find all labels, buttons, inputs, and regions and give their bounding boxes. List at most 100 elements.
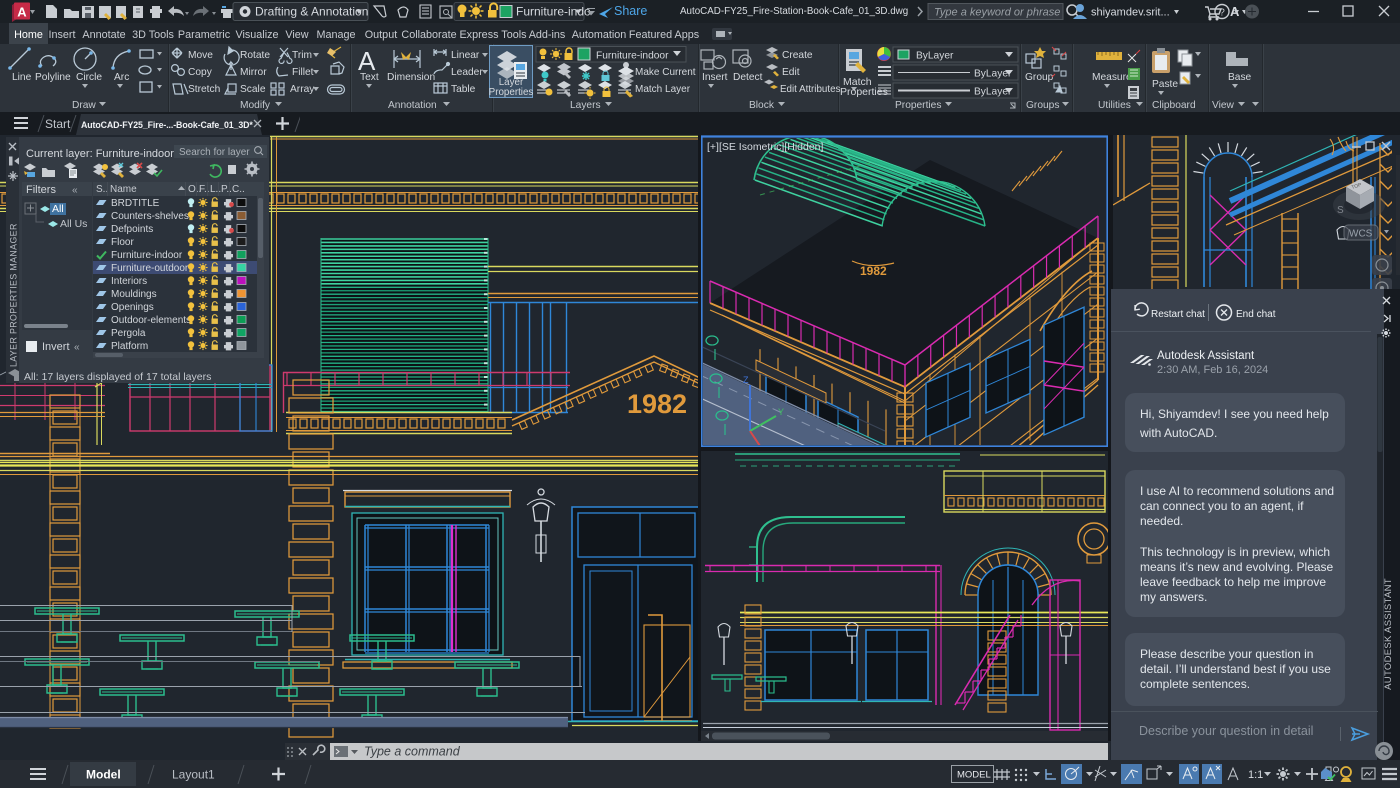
- svg-text:Describe your question in deta: Describe your question in detail: [1139, 724, 1313, 738]
- svg-text:BRDTITLE: BRDTITLE: [111, 198, 160, 209]
- svg-text:End chat: End chat: [1236, 309, 1276, 320]
- svg-text:Move: Move: [188, 50, 213, 61]
- svg-text:my answers.: my answers.: [1140, 590, 1207, 604]
- svg-text:L..: L..: [210, 184, 221, 195]
- svg-text:Start: Start: [45, 117, 71, 131]
- svg-text:Y: Y: [778, 407, 784, 417]
- svg-text:shiyamdev.srit...: shiyamdev.srit...: [1091, 7, 1170, 19]
- svg-text:Counters-shelves: Counters-shelves: [111, 211, 189, 222]
- svg-text:Match Layer: Match Layer: [635, 84, 691, 95]
- svg-text:Output: Output: [365, 29, 397, 41]
- svg-text:1982: 1982: [627, 389, 687, 419]
- svg-text:Array: Array: [290, 84, 315, 95]
- svg-text:?: ?: [1219, 8, 1225, 19]
- svg-text:Restart chat: Restart chat: [1151, 309, 1205, 320]
- svg-text:Home: Home: [14, 29, 43, 41]
- svg-text:Layout1: Layout1: [172, 768, 215, 782]
- svg-text:Edit: Edit: [782, 67, 800, 78]
- svg-text:All: 17 layers displayed of 17: All: 17 layers displayed of 17 total lay…: [24, 371, 211, 383]
- svg-text:Line: Line: [12, 72, 32, 83]
- svg-text:Mouldings: Mouldings: [111, 289, 157, 300]
- svg-text:3D Tools: 3D Tools: [132, 29, 174, 41]
- svg-text:Openings: Openings: [111, 302, 154, 313]
- svg-text:Text: Text: [360, 72, 379, 83]
- svg-text:Furniture-indoor: Furniture-indoor: [596, 51, 669, 62]
- svg-text:complete sentences.: complete sentences.: [1140, 677, 1250, 691]
- svg-text:Annotation: Annotation: [388, 100, 437, 111]
- svg-text:Name: Name: [110, 184, 137, 195]
- svg-text:needed.: needed.: [1140, 514, 1183, 528]
- svg-text:Polyline: Polyline: [35, 72, 71, 83]
- svg-text:Express Tools: Express Tools: [459, 29, 527, 41]
- svg-text:Interiors: Interiors: [111, 276, 147, 287]
- svg-text:Measure: Measure: [1092, 72, 1132, 83]
- svg-text:AutoCAD-FY25_Fire-...-Book-Caf: AutoCAD-FY25_Fire-...-Book-Cafe_01_3D*: [81, 120, 253, 130]
- svg-text:Modify: Modify: [240, 100, 271, 111]
- svg-text:Automation: Automation: [572, 29, 627, 41]
- svg-text:Model: Model: [86, 768, 121, 782]
- svg-text:Rotate: Rotate: [240, 50, 270, 61]
- svg-text:Hi, Shiyamdev! I see you need: Hi, Shiyamdev! I see you need help: [1140, 407, 1329, 421]
- svg-text:Collaborate: Collaborate: [401, 29, 456, 41]
- svg-text:1:1: 1:1: [1248, 769, 1263, 781]
- svg-text:Draw: Draw: [72, 100, 96, 111]
- svg-text:All Us: All Us: [60, 218, 87, 230]
- svg-text:Linear: Linear: [451, 50, 480, 61]
- svg-text:Trim: Trim: [292, 50, 312, 61]
- svg-text:Make Current: Make Current: [635, 67, 696, 78]
- svg-text:Autodesk Assistant: Autodesk Assistant: [1157, 350, 1255, 362]
- svg-text:Arc: Arc: [114, 72, 129, 83]
- svg-text:Current layer: Furniture-indoo: Current layer: Furniture-indoor: [26, 148, 174, 160]
- svg-text:Utilities: Utilities: [1098, 100, 1131, 111]
- svg-text:S..: S..: [96, 184, 108, 195]
- svg-text:Floor: Floor: [111, 237, 134, 248]
- svg-text:with AutoCAD.: with AutoCAD.: [1139, 426, 1217, 440]
- svg-text:detail. I’ll understand best i: detail. I’ll understand best if you use: [1140, 662, 1331, 676]
- svg-text:A: A: [17, 5, 27, 20]
- svg-text:«: «: [72, 185, 78, 196]
- svg-text:Visualize: Visualize: [235, 29, 278, 41]
- svg-text:Dimension: Dimension: [387, 72, 435, 83]
- svg-text:Groups: Groups: [1026, 100, 1059, 111]
- svg-text:Fillet: Fillet: [292, 67, 314, 78]
- svg-text:View: View: [285, 29, 308, 41]
- svg-text:Parametric: Parametric: [178, 29, 231, 41]
- svg-text:Type a keyword or phrase: Type a keyword or phrase: [934, 7, 1060, 19]
- svg-text:Base: Base: [1228, 72, 1252, 83]
- svg-text:WCS: WCS: [1349, 229, 1373, 240]
- svg-text:Detect: Detect: [733, 72, 763, 83]
- svg-text:leave feedback to help me impr: leave feedback to help me improve: [1140, 575, 1326, 589]
- svg-text:View: View: [1212, 100, 1235, 111]
- svg-text:P..: P..: [221, 184, 232, 195]
- svg-text:Stretch: Stretch: [188, 84, 220, 95]
- svg-text:[+][SE Isometric][Hidden]: [+][SE Isometric][Hidden]: [707, 141, 824, 153]
- svg-text:Add-ins: Add-ins: [529, 29, 566, 41]
- svg-text:Insert: Insert: [702, 72, 728, 83]
- svg-text:Table: Table: [451, 84, 476, 95]
- svg-text:Filters: Filters: [26, 184, 56, 196]
- svg-text:Properties: Properties: [489, 87, 534, 98]
- svg-text:Edit Attributes: Edit Attributes: [780, 84, 841, 95]
- svg-text:Furniture-outdoor: Furniture-outdoor: [111, 263, 189, 274]
- svg-text:Block: Block: [749, 100, 775, 111]
- svg-text:Mirror: Mirror: [240, 67, 267, 78]
- svg-text:AUTODESK ASSISTANT: AUTODESK ASSISTANT: [1383, 578, 1394, 690]
- svg-text:S: S: [1337, 205, 1344, 216]
- svg-text:MODEL: MODEL: [957, 770, 991, 781]
- svg-text:Drafting & Annotation: Drafting & Annotation: [255, 5, 368, 19]
- svg-text:Type a command: Type a command: [364, 745, 461, 759]
- svg-text:Insert: Insert: [48, 29, 75, 41]
- svg-text:Leader: Leader: [451, 67, 483, 78]
- svg-text:means it’s new and evolving. P: means it’s new and evolving. Please: [1140, 560, 1334, 574]
- svg-text:Furniture-indoor: Furniture-indoor: [111, 250, 183, 261]
- svg-text:C..: C..: [232, 184, 245, 195]
- svg-text:Please describe your question: Please describe your question in: [1140, 647, 1313, 661]
- svg-text:Paste: Paste: [1152, 79, 1178, 90]
- svg-text:can connect you to an agent, i: can connect you to an agent, if: [1140, 499, 1304, 513]
- svg-text:ByLayer: ByLayer: [916, 51, 954, 62]
- svg-text:Featured Apps: Featured Apps: [629, 29, 700, 41]
- svg-text:I use AI to recommend solution: I use AI to recommend solutions and: [1140, 484, 1334, 498]
- svg-text:«: «: [74, 342, 80, 353]
- svg-text:Defpoints: Defpoints: [111, 224, 153, 235]
- svg-text:Copy: Copy: [188, 67, 213, 78]
